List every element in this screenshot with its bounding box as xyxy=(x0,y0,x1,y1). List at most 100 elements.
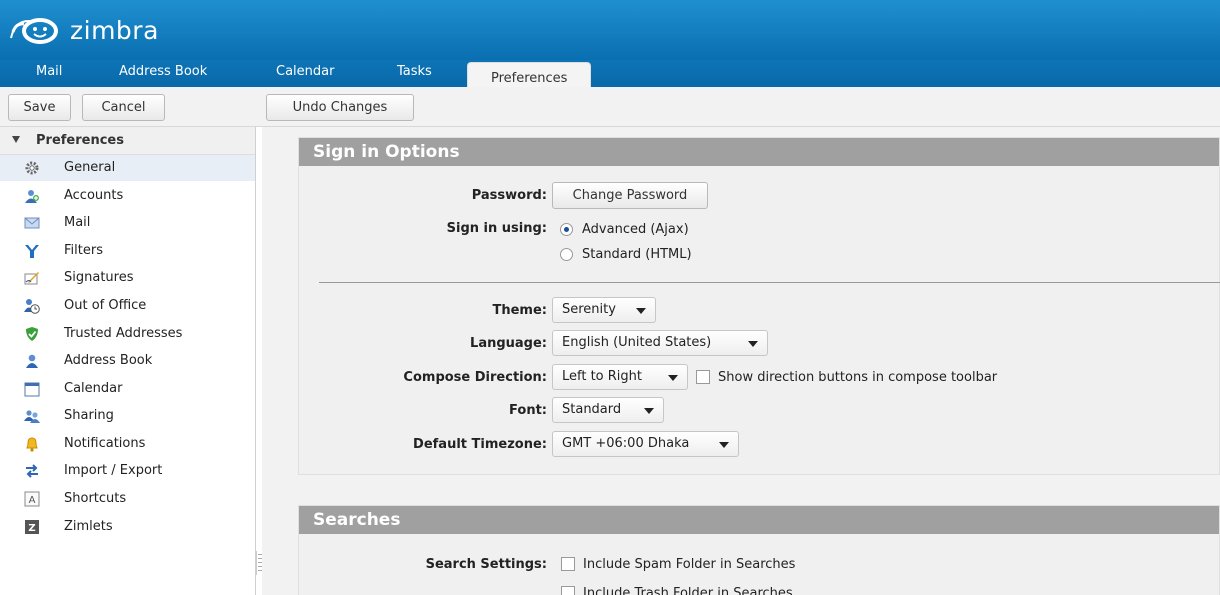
section-title: Searches xyxy=(299,506,1219,534)
app-tabs: Mail Address Book Calendar Tasks Prefere… xyxy=(0,60,1220,89)
language-select[interactable]: English (United States) xyxy=(552,330,768,356)
sidebar-header[interactable]: Preferences xyxy=(0,127,255,155)
language-value: English (United States) xyxy=(562,335,712,350)
include-spam-checkbox[interactable] xyxy=(561,557,575,571)
shortcut-key-icon: A xyxy=(24,491,40,507)
sidebar-item-import-export[interactable]: Import / Export xyxy=(0,458,255,484)
sidebar-item-label: Mail xyxy=(64,215,91,230)
show-direction-buttons-checkbox[interactable] xyxy=(696,370,710,384)
sidebar-item-label: Accounts xyxy=(64,188,124,203)
compose-direction-label: Compose Direction: xyxy=(403,370,547,385)
import-export-icon xyxy=(24,463,40,479)
sidebar-item-signatures[interactable]: Signatures xyxy=(0,265,255,291)
include-spam-label[interactable]: Include Spam Folder in Searches xyxy=(583,557,795,572)
filter-icon xyxy=(24,243,40,259)
out-of-office-icon xyxy=(24,298,40,314)
theme-label: Theme: xyxy=(492,303,547,318)
sign-in-using-label: Sign in using: xyxy=(446,221,547,236)
default-timezone-label: Default Timezone: xyxy=(413,437,547,452)
font-label: Font: xyxy=(509,403,547,418)
sidebar-item-label: Import / Export xyxy=(64,463,163,478)
accounts-icon xyxy=(24,188,40,204)
sharing-icon xyxy=(24,408,40,424)
tab-mail[interactable]: Mail xyxy=(36,64,62,86)
sidebar-item-label: Filters xyxy=(64,243,103,258)
searches-section: Searches Search Settings: Include Spam F… xyxy=(298,505,1220,595)
chevron-down-icon xyxy=(644,408,654,414)
language-label: Language: xyxy=(470,336,547,351)
gear-icon xyxy=(24,160,40,176)
tab-preferences[interactable]: Preferences xyxy=(467,62,592,89)
compose-direction-value: Left to Right xyxy=(562,369,643,384)
chevron-down-icon xyxy=(668,375,678,381)
preferences-content: Sign in Options Password: Change Passwor… xyxy=(262,127,1220,595)
sidebar-item-label: Out of Office xyxy=(64,298,147,313)
logo-text: zimbra xyxy=(70,15,159,45)
sidebar-item-sharing[interactable]: Sharing xyxy=(0,403,255,429)
envelope-icon xyxy=(24,215,40,231)
advanced-ajax-label[interactable]: Advanced (Ajax) xyxy=(582,222,689,237)
sidebar-item-filters[interactable]: Filters xyxy=(0,238,255,264)
sidebar-item-mail[interactable]: Mail xyxy=(0,210,255,236)
sidebar-item-label: Calendar xyxy=(64,381,123,396)
signature-icon xyxy=(24,270,40,286)
app-header: zimbra xyxy=(0,0,1220,60)
bell-icon xyxy=(24,436,40,452)
sidebar-item-accounts[interactable]: Accounts xyxy=(0,183,255,209)
theme-value: Serenity xyxy=(562,302,616,317)
sidebar-item-general[interactable]: General xyxy=(0,155,255,181)
tab-tasks[interactable]: Tasks xyxy=(397,64,432,86)
zimlet-icon: Z xyxy=(24,519,40,535)
sidebar-item-zimlets[interactable]: Z Zimlets xyxy=(0,514,255,540)
sidebar-header-label: Preferences xyxy=(36,133,124,148)
show-direction-buttons-label[interactable]: Show direction buttons in compose toolba… xyxy=(718,370,997,385)
sign-in-options-section: Sign in Options Password: Change Passwor… xyxy=(298,137,1220,475)
sidebar-item-label: Signatures xyxy=(64,270,134,285)
section-title: Sign in Options xyxy=(299,138,1219,166)
compose-direction-select[interactable]: Left to Right xyxy=(552,364,688,390)
toolbar: Save Cancel Undo Changes xyxy=(0,87,1220,127)
undo-changes-button[interactable]: Undo Changes xyxy=(266,94,414,121)
zimbra-logo[interactable]: zimbra xyxy=(10,13,159,47)
include-trash-checkbox[interactable] xyxy=(561,586,575,595)
collapse-triangle-icon[interactable] xyxy=(12,136,20,143)
sidebar-item-label: Shortcuts xyxy=(64,491,127,506)
sidebar-item-notifications[interactable]: Notifications xyxy=(0,431,255,457)
include-trash-label[interactable]: Include Trash Folder in Searches xyxy=(583,586,793,595)
default-timezone-value: GMT +06:00 Dhaka xyxy=(562,436,690,451)
sidebar-item-label: Notifications xyxy=(64,436,146,451)
chevron-down-icon xyxy=(719,442,729,448)
save-button[interactable]: Save xyxy=(8,94,71,121)
sidebar-item-address-book[interactable]: Address Book xyxy=(0,348,255,374)
search-settings-label: Search Settings: xyxy=(425,557,547,572)
sidebar-item-label: Trusted Addresses xyxy=(64,326,183,341)
advanced-ajax-radio[interactable] xyxy=(560,223,573,236)
font-select[interactable]: Standard xyxy=(552,397,664,423)
contact-icon xyxy=(24,353,40,369)
chevron-down-icon xyxy=(748,341,758,347)
preferences-sidebar: Preferences General Accounts Mail Filter… xyxy=(0,127,256,595)
sidebar-item-calendar[interactable]: Calendar xyxy=(0,376,255,402)
theme-select[interactable]: Serenity xyxy=(552,297,656,323)
standard-html-label[interactable]: Standard (HTML) xyxy=(582,247,692,262)
calendar-icon xyxy=(24,381,40,397)
tab-calendar[interactable]: Calendar xyxy=(276,64,334,86)
default-timezone-select[interactable]: GMT +06:00 Dhaka xyxy=(552,431,739,457)
sidebar-item-label: Zimlets xyxy=(64,519,113,534)
change-password-button[interactable]: Change Password xyxy=(552,182,708,209)
chevron-down-icon xyxy=(636,308,646,314)
sidebar-item-trusted-addresses[interactable]: Trusted Addresses xyxy=(0,321,255,347)
sidebar-item-label: Sharing xyxy=(64,408,114,423)
cancel-button[interactable]: Cancel xyxy=(82,94,165,121)
sidebar-item-label: General xyxy=(64,160,116,175)
tab-address-book[interactable]: Address Book xyxy=(119,64,207,86)
section-divider xyxy=(319,282,1220,283)
password-label: Password: xyxy=(471,188,547,203)
font-value: Standard xyxy=(562,402,622,417)
standard-html-radio[interactable] xyxy=(560,248,573,261)
svg-text:Z: Z xyxy=(28,523,35,534)
sidebar-item-label: Address Book xyxy=(64,353,153,368)
sidebar-item-shortcuts[interactable]: A Shortcuts xyxy=(0,486,255,512)
svg-text:A: A xyxy=(29,495,36,506)
sidebar-item-out-of-office[interactable]: Out of Office xyxy=(0,293,255,319)
